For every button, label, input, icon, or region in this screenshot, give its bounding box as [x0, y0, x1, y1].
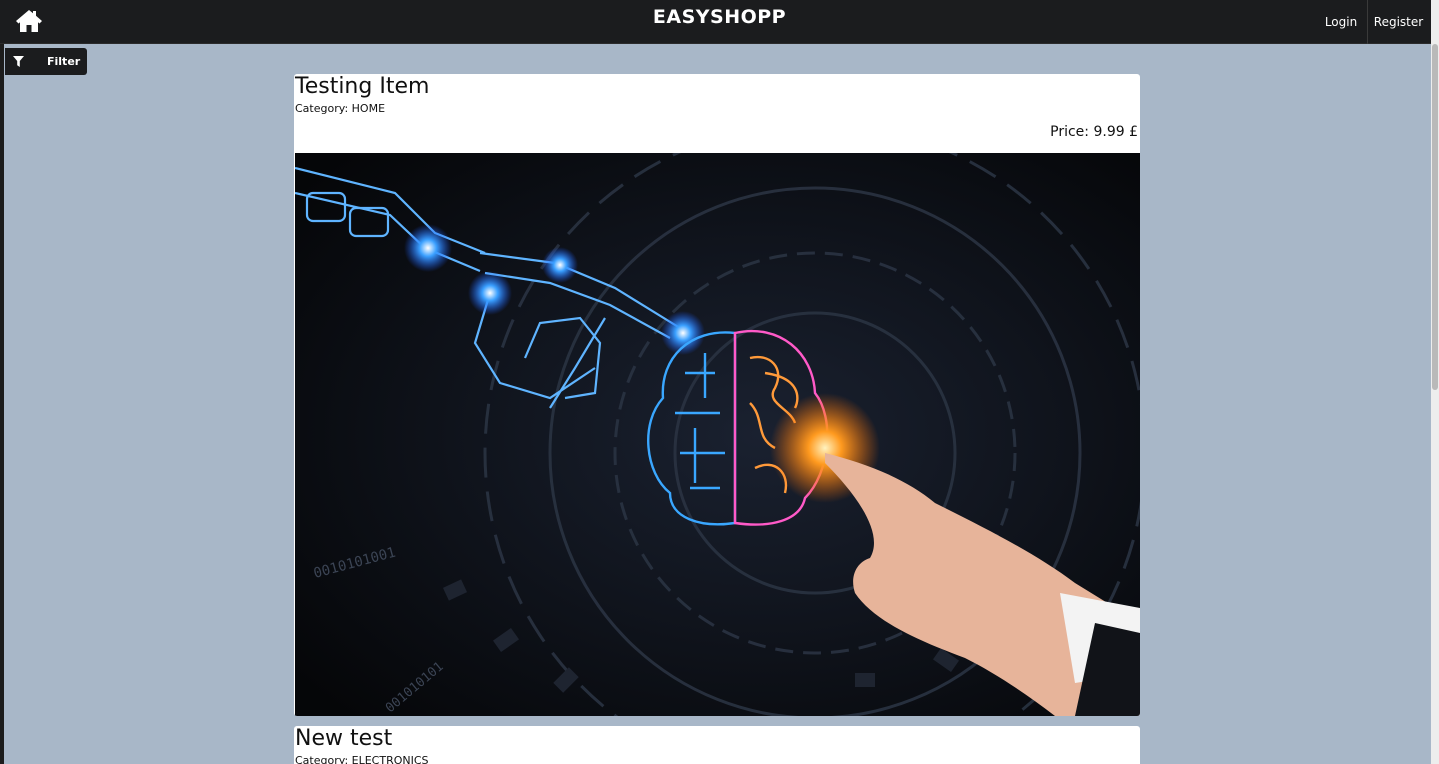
- filter-icon: [13, 56, 24, 67]
- login-link[interactable]: Login: [1317, 0, 1365, 44]
- product-category: Category: ELECTRONICS: [295, 754, 429, 764]
- register-link[interactable]: Register: [1367, 0, 1429, 44]
- product-price: Price: 9.99 £: [1050, 124, 1138, 140]
- main-content: Filter Testing Item Category: HOME Price…: [4, 44, 1431, 764]
- product-image[interactable]: 0010101001 001010101: [295, 153, 1140, 716]
- product-title[interactable]: Testing Item: [295, 74, 429, 99]
- scrollbar[interactable]: [1431, 0, 1439, 764]
- product-category: Category: HOME: [295, 102, 386, 115]
- brand-logo[interactable]: EASYSHOPP: [0, 6, 1439, 28]
- filter-label: Filter: [47, 55, 81, 68]
- product-card[interactable]: Testing Item Category: HOME Price: 9.99 …: [294, 74, 1140, 716]
- scrollbar-thumb[interactable]: [1432, 44, 1438, 390]
- top-navbar: EASYSHOPP Login Register: [0, 0, 1439, 44]
- product-title[interactable]: New test: [295, 726, 392, 751]
- filter-button[interactable]: Filter: [5, 48, 87, 75]
- product-card[interactable]: New test Category: ELECTRONICS: [294, 726, 1140, 764]
